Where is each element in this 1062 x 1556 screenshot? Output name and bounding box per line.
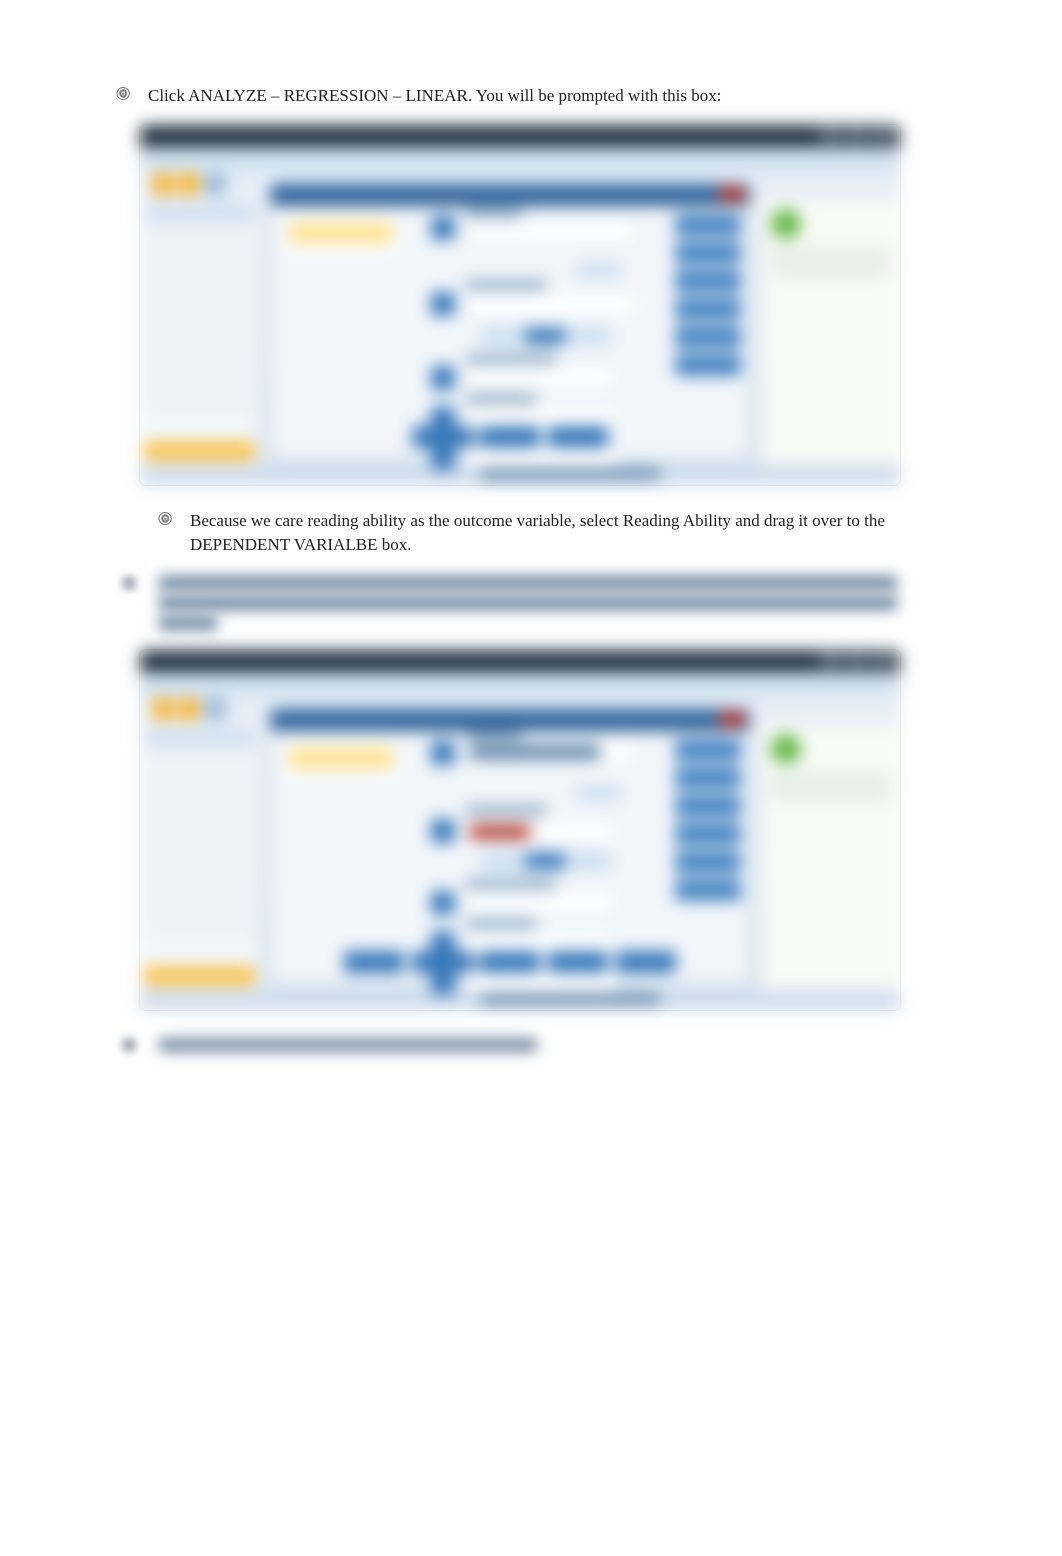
obscured-paragraph xyxy=(158,574,918,630)
bullet-item: 🞋 Because we care reading ability as the… xyxy=(158,509,982,558)
obscured-line xyxy=(158,1034,658,1060)
bullet-glyph-icon: 🞋 xyxy=(158,509,172,531)
bullet-item: 🞋 Click ANALYZE – REGRESSION – LINEAR. Y… xyxy=(116,84,982,109)
bullet-text: Because we care reading ability as the o… xyxy=(190,509,982,558)
bullet-glyph-icon: 🞋 xyxy=(116,84,130,106)
figure-1 xyxy=(140,125,900,485)
figure-2 xyxy=(140,650,900,1010)
bullet-text: Click ANALYZE – REGRESSION – LINEAR. You… xyxy=(148,84,721,109)
